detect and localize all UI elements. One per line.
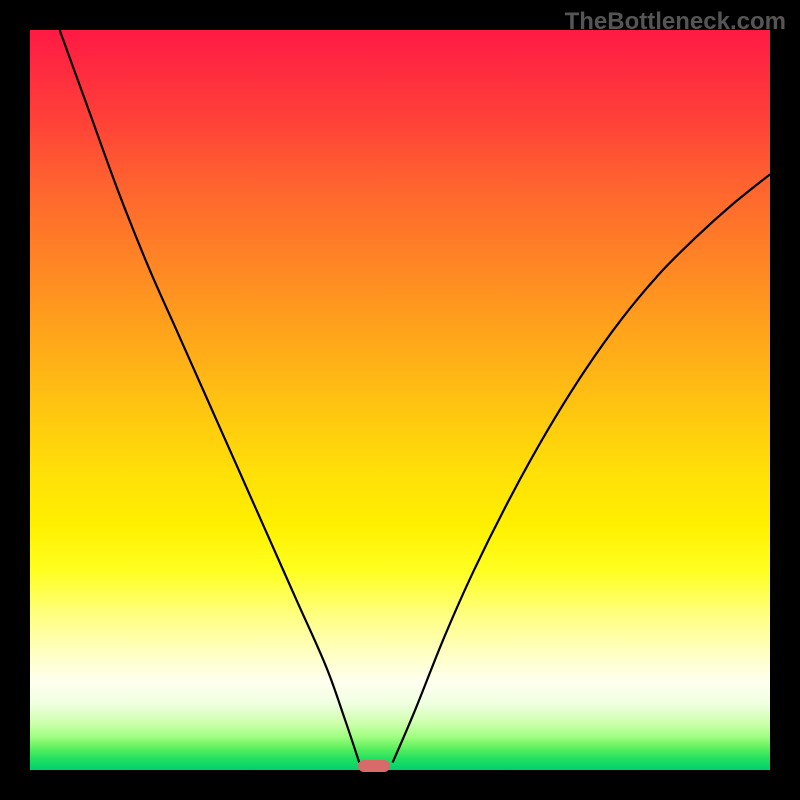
watermark-text: TheBottleneck.com	[565, 8, 786, 36]
bottleneck-marker	[358, 760, 390, 772]
chart-curves-svg	[30, 30, 770, 770]
left-curve-path	[60, 30, 360, 763]
right-curve-path	[393, 174, 770, 762]
chart-plot-area	[30, 30, 770, 770]
